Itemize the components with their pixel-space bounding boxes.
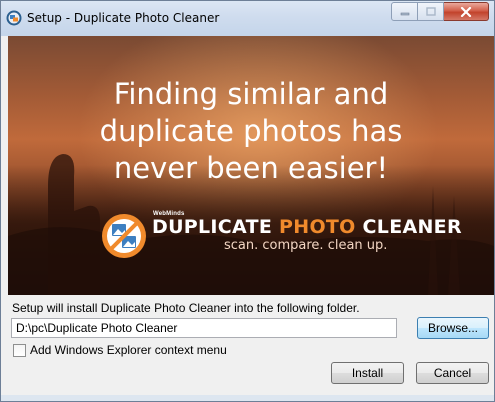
banner-image: Finding similar and duplicate photos has… — [8, 36, 494, 295]
brand-name-part1: DUPLICATE — [152, 216, 280, 238]
window-bottom-edge — [1, 395, 494, 401]
app-icon — [6, 10, 22, 26]
title-bar[interactable]: Setup - Duplicate Photo Cleaner — [1, 1, 494, 36]
context-menu-checkbox-label[interactable]: Add Windows Explorer context menu — [30, 343, 227, 357]
brand-tagline: scan. compare. clean up. — [224, 238, 388, 253]
headline-line-3: never been easier! — [113, 151, 389, 185]
minimize-icon — [400, 12, 409, 15]
banner-headline: Finding similar and duplicate photos has… — [8, 76, 494, 187]
install-folder-label: Setup will install Duplicate Photo Clean… — [12, 301, 360, 315]
headline-line-1: Finding similar and — [113, 77, 389, 111]
maximize-button[interactable] — [418, 2, 444, 21]
duplicate-photo-cleaner-logo-icon — [102, 214, 146, 258]
window-title: Setup - Duplicate Photo Cleaner — [27, 11, 220, 25]
brand-name: DUPLICATE PHOTO CLEANER — [152, 216, 462, 238]
brand-name-part3: CLEANER — [355, 216, 462, 238]
close-icon — [460, 6, 472, 17]
setup-window: Setup - Duplicate Photo Cleaner Finding … — [0, 0, 495, 402]
headline-line-2: duplicate photos has — [99, 114, 403, 148]
install-button-label: Install — [351, 366, 384, 380]
maximize-icon — [425, 7, 436, 16]
install-button[interactable]: Install — [331, 362, 404, 384]
cancel-button-label: Cancel — [433, 366, 472, 380]
browse-button-label: Browse... — [427, 321, 478, 335]
context-menu-checkbox[interactable] — [13, 344, 26, 357]
browse-button[interactable]: Browse... — [417, 317, 489, 339]
caption-buttons — [391, 2, 489, 22]
minimize-button[interactable] — [391, 2, 418, 21]
install-path-input[interactable] — [11, 318, 397, 338]
close-button[interactable] — [444, 2, 489, 21]
brand-logo-group: WebMinds DUPLICATE PHOTO CLEANER scan. c… — [100, 210, 462, 266]
cancel-button[interactable]: Cancel — [416, 362, 489, 384]
brand-name-accent: PHOTO — [279, 216, 356, 238]
